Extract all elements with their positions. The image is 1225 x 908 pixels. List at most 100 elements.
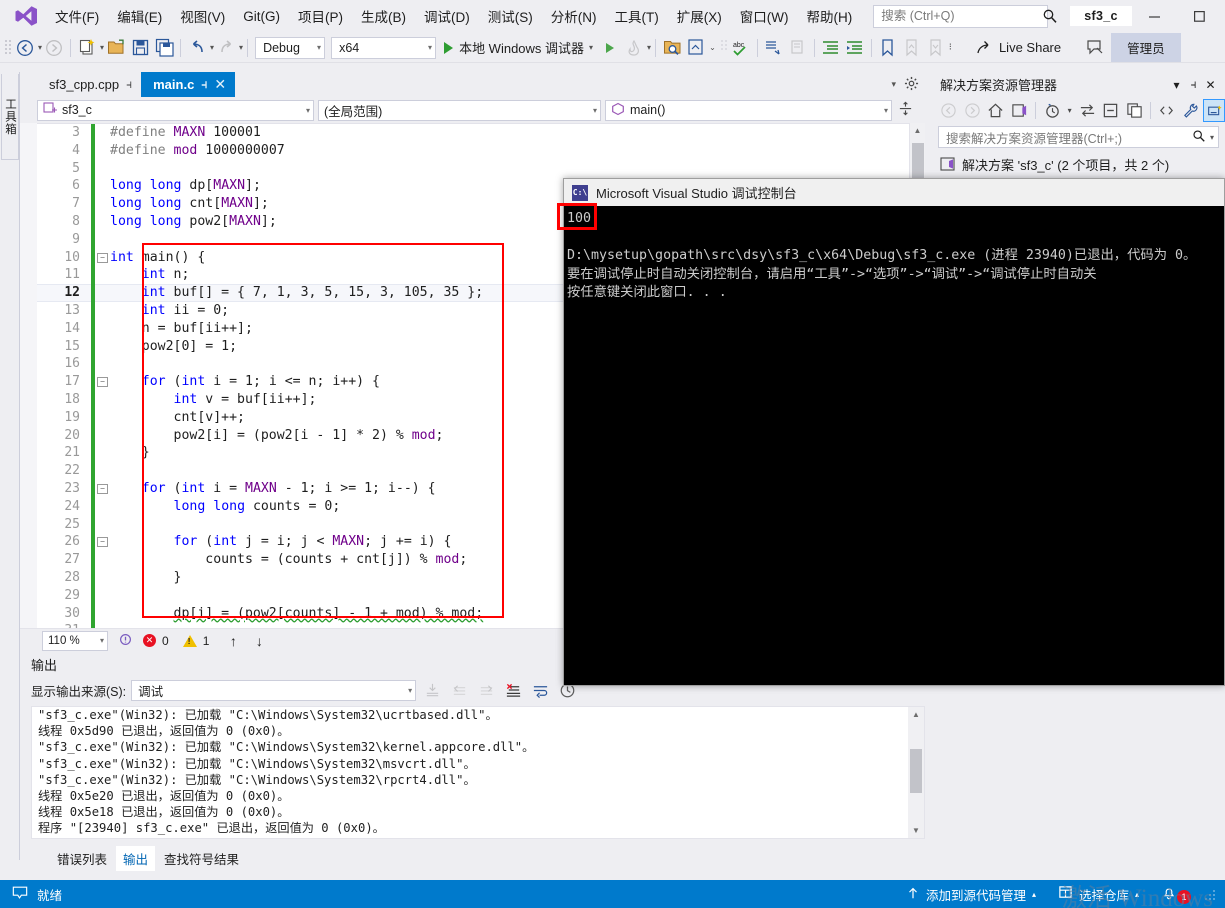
view-code-icon[interactable] <box>1156 99 1178 122</box>
toolbar-grip[interactable] <box>4 38 13 58</box>
quick-launch-search[interactable] <box>873 4 1057 28</box>
start-debugging-button[interactable]: 本地 Windows 调试器 ▾ <box>439 36 598 60</box>
start-without-debugging-button[interactable] <box>598 36 622 60</box>
menu-edit[interactable]: 编辑(E) <box>108 1 171 31</box>
menu-file[interactable]: 文件(F) <box>46 1 108 31</box>
previous-bookmark-button[interactable] <box>900 36 924 60</box>
solution-configuration-combo[interactable]: Debug ▾ <box>255 36 326 59</box>
navigate-forward-button[interactable] <box>42 36 66 60</box>
menu-debug[interactable]: 调试(D) <box>415 1 479 31</box>
comment-selection-button[interactable] <box>762 36 786 60</box>
navigate-backward-button[interactable] <box>13 36 37 60</box>
find-message-icon[interactable] <box>421 680 443 701</box>
scroll-up-button[interactable]: ▲ <box>910 123 925 138</box>
properties-icon[interactable] <box>1180 99 1202 122</box>
minimize-button[interactable] <box>1132 1 1177 32</box>
pin-icon[interactable]: ⫞ <box>126 77 132 92</box>
tab-find-symbol-results[interactable]: 查找符号结果 <box>157 846 246 871</box>
output-source-combo[interactable]: 调试 ▾ <box>131 679 417 701</box>
spell-check-button[interactable]: abc <box>729 36 753 60</box>
fold-toggle-icon[interactable]: − <box>95 249 110 267</box>
fold-toggle-icon[interactable]: − <box>95 533 110 551</box>
code-line[interactable]: 3 #define MAXN 100001 <box>37 124 925 142</box>
tab-output[interactable]: 输出 <box>116 845 156 871</box>
solution-platform-combo[interactable]: x64 ▾ <box>331 36 437 59</box>
menu-analyze[interactable]: 分析(N) <box>542 1 606 31</box>
go-to-next-message-icon[interactable] <box>475 680 497 701</box>
code-line[interactable]: 5 <box>37 159 925 178</box>
back-icon[interactable] <box>938 99 960 122</box>
output-scroll-down-button[interactable]: ▼ <box>908 823 924 838</box>
forward-icon[interactable] <box>962 99 984 122</box>
clear-all-icon[interactable] <box>502 680 524 701</box>
menu-tools[interactable]: 工具(T) <box>606 1 668 31</box>
toolbar-grip-2[interactable] <box>720 38 729 58</box>
switch-views-icon[interactable] <box>1009 99 1031 122</box>
add-to-source-control-button[interactable]: 添加到源代码管理 ▴ <box>898 880 1044 908</box>
output-text-area[interactable]: "sf3_c.exe"(Win32): 已加载 "C:\Windows\Syst… <box>31 706 925 839</box>
start-debugging-caret-icon[interactable]: ▾ <box>589 43 593 52</box>
output-scrollbar-thumb[interactable] <box>910 749 922 793</box>
home-icon[interactable] <box>985 99 1007 122</box>
menu-window[interactable]: 窗口(W) <box>731 1 798 31</box>
zoom-level-combo[interactable]: 110 % ▾ <box>42 630 108 651</box>
navbar-project-combo[interactable]: sf3_c ▾ <box>37 99 314 121</box>
output-vertical-scrollbar[interactable]: ▲ ▼ <box>908 707 924 838</box>
tab-error-list[interactable]: 错误列表 <box>50 846 114 871</box>
sync-with-active-document-icon[interactable] <box>1076 99 1098 122</box>
window-menu-icon[interactable]: ▾ <box>1168 78 1185 92</box>
uncomment-selection-button[interactable] <box>786 36 810 60</box>
fold-toggle-icon[interactable]: − <box>95 373 110 391</box>
previous-issue-button[interactable]: ↑ <box>223 633 243 649</box>
next-bookmark-button[interactable] <box>924 36 948 60</box>
redo-button[interactable] <box>214 36 238 60</box>
feedback-button[interactable] <box>1083 36 1107 60</box>
pending-changes-icon[interactable] <box>1041 99 1063 122</box>
menu-help[interactable]: 帮助(H) <box>797 1 861 31</box>
hot-reload-caret-icon[interactable]: ▾ <box>647 43 651 52</box>
maximize-button[interactable] <box>1177 1 1222 32</box>
solution-explorer-search[interactable]: 搜索解决方案资源管理器(Ctrl+;) ▾ <box>938 126 1219 148</box>
menu-build[interactable]: 生成(B) <box>352 1 415 31</box>
console-output-area[interactable]: 100 D:\mysetup\gopath\src\dsy\sf3_c\x64\… <box>564 206 1224 685</box>
navbar-scope-combo[interactable]: (全局范围) ▾ <box>318 99 601 121</box>
new-project-button[interactable] <box>75 36 99 60</box>
next-issue-button[interactable]: ↓ <box>249 633 269 649</box>
toggle-bookmark-button[interactable] <box>876 36 900 60</box>
toolbox-tab[interactable]: 工具箱 <box>1 74 19 160</box>
output-scroll-up-button[interactable]: ▲ <box>908 707 924 722</box>
collapse-all-icon[interactable] <box>1100 99 1122 122</box>
pin-icon[interactable]: ⫞ <box>201 77 207 92</box>
menu-git[interactable]: Git(G) <box>234 4 289 29</box>
menu-view[interactable]: 视图(V) <box>171 1 234 31</box>
redo-caret-icon[interactable]: ▾ <box>239 43 243 52</box>
preview-selected-items-icon[interactable] <box>1203 99 1225 122</box>
live-share-button[interactable]: Live Share <box>968 36 1069 60</box>
fold-toggle-icon[interactable]: − <box>95 480 110 498</box>
debug-console-window[interactable]: C:\ Microsoft Visual Studio 调试控制台 100 D:… <box>563 178 1225 686</box>
split-editor-icon[interactable] <box>898 101 913 119</box>
open-file-button[interactable] <box>104 36 128 60</box>
solution-explorer-drag-dots[interactable] <box>1065 84 1160 85</box>
hot-reload-button[interactable] <box>622 36 646 60</box>
menu-test[interactable]: 测试(S) <box>479 1 542 31</box>
tab-main-c[interactable]: main.c ⫞ ✕ <box>141 72 236 97</box>
bookmark-overflow-caret-icon[interactable]: ⁝ <box>949 42 952 53</box>
pin-icon[interactable]: ⫞ <box>1185 77 1202 92</box>
solution-root-node[interactable]: 解决方案 'sf3_c' (2 个项目，共 2 个) <box>940 154 1225 174</box>
search-input[interactable] <box>881 9 1043 23</box>
active-files-dropdown-icon[interactable]: ▾ <box>891 79 896 90</box>
tab-sf3-cpp-cpp[interactable]: sf3_cpp.cpp ⫞ <box>37 72 142 97</box>
show-all-files-icon[interactable] <box>1124 99 1146 122</box>
save-all-button[interactable] <box>152 36 176 60</box>
menu-extensions[interactable]: 扩展(X) <box>668 1 731 31</box>
close-icon[interactable]: ✕ <box>214 76 226 93</box>
solution-explorer-toolbar-button[interactable] <box>684 36 708 60</box>
search-icon[interactable] <box>1192 129 1206 146</box>
menu-project[interactable]: 项目(P) <box>289 1 352 31</box>
undo-button[interactable] <box>185 36 209 60</box>
go-to-previous-message-icon[interactable] <box>448 680 470 701</box>
code-line[interactable]: 4 #define mod 1000000007 <box>37 141 925 160</box>
find-in-files-button[interactable] <box>660 36 684 60</box>
gear-icon[interactable] <box>904 76 919 94</box>
